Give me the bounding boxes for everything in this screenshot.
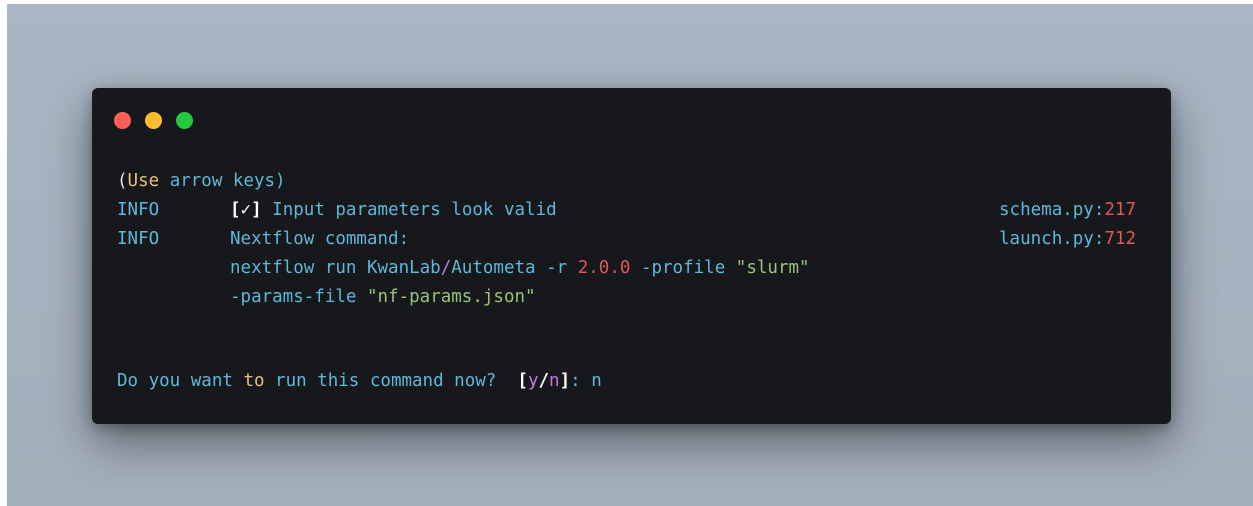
- command-line-2: -params-file "nf-params.json": [117, 286, 536, 308]
- log-message: Nextflow command:: [230, 229, 410, 249]
- choice-no: n: [549, 371, 560, 391]
- choice-slash: /: [538, 371, 550, 391]
- source-line-number: 217: [1104, 200, 1136, 220]
- check-bracket-open: [: [230, 200, 241, 220]
- hint-open-paren: (: [117, 171, 128, 191]
- log-source-launch: launch.py:712: [999, 228, 1136, 250]
- command-slash: /: [440, 258, 452, 278]
- log-line-command: INFO Nextflow command:: [117, 228, 409, 250]
- source-separator: :: [1093, 200, 1105, 220]
- prompt-text-rest: run this command now?: [264, 371, 518, 391]
- log-level: INFO: [117, 200, 160, 220]
- params-file-value: "nf-params.json": [366, 287, 536, 307]
- command-text: nextflow run KwanLab: [230, 258, 441, 278]
- checkmark-icon: ✓: [240, 200, 252, 220]
- log-source-schema: schema.py:217: [999, 199, 1136, 221]
- source-file: launch.py: [999, 229, 1094, 249]
- hint-use: Use: [127, 171, 160, 191]
- flag-r: -r: [546, 258, 568, 278]
- profile-value: "slurm": [735, 258, 810, 278]
- prompt-to: to: [243, 371, 265, 391]
- source-line-number: 712: [1104, 229, 1136, 249]
- log-line-validation: INFO [✓] Input parameters look valid: [117, 199, 557, 221]
- hint-text: arrow keys): [159, 171, 286, 191]
- source-separator: :: [1093, 229, 1105, 249]
- zoom-button[interactable]: [176, 112, 193, 129]
- minimize-button[interactable]: [145, 112, 162, 129]
- source-file: schema.py: [999, 200, 1094, 220]
- prompt-text: Do you want: [117, 371, 244, 391]
- version-number: 2.0.0: [577, 258, 631, 278]
- choice-bracket-open: [: [517, 371, 528, 391]
- command-repo: Autometa: [451, 258, 547, 278]
- choice-yes: y: [527, 371, 539, 391]
- prompt-answer-input[interactable]: n: [591, 371, 602, 391]
- choice-bracket-close: ]: [559, 371, 571, 391]
- flag-params-file: -params-file: [230, 287, 357, 307]
- flag-profile: -profile: [640, 258, 726, 278]
- log-message: Input parameters look valid: [261, 200, 557, 220]
- log-level: INFO: [117, 229, 160, 249]
- command-line-1: nextflow run KwanLab/Autometa -r 2.0.0 -…: [117, 257, 810, 279]
- prompt-colon: :: [570, 371, 592, 391]
- close-button[interactable]: [114, 112, 131, 129]
- check-bracket-close: ]: [251, 200, 262, 220]
- hint-line: (Use arrow keys): [117, 170, 286, 192]
- confirm-prompt[interactable]: Do you want to run this command now? [y/…: [117, 370, 602, 392]
